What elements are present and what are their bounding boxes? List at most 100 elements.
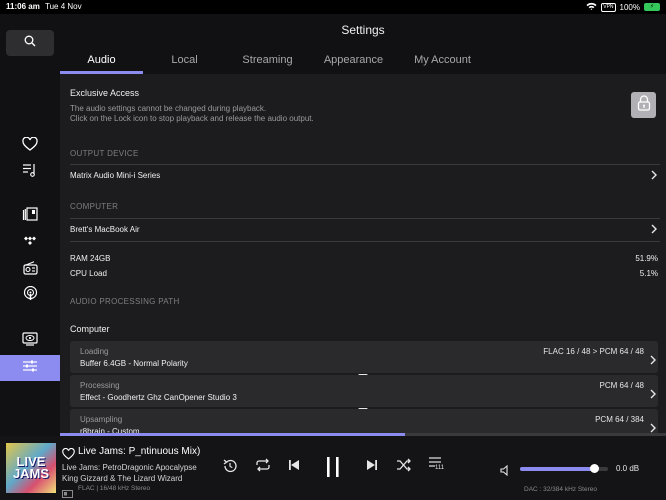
lock-button[interactable] bbox=[631, 92, 656, 118]
status-time: 11:06 am bbox=[6, 2, 40, 11]
card-value: Effect - Goodhertz Ghz CanOpener Studio … bbox=[80, 393, 237, 402]
track-title: Live Jams: P_ntinuous Mix) bbox=[78, 446, 201, 457]
computer-row[interactable]: Brett's MacBook Air bbox=[70, 218, 660, 240]
card-format: FLAC 16 / 48 > PCM 64 / 48 bbox=[543, 347, 644, 356]
tab-bar: Audio Local Streaming Appearance My Acco… bbox=[60, 52, 487, 74]
output-device-value: Matrix Audio Mini-i Series bbox=[70, 171, 161, 180]
sidebar bbox=[0, 14, 60, 436]
sidebar-playlists[interactable] bbox=[18, 163, 42, 181]
exclusive-access-title: Exclusive Access bbox=[70, 88, 140, 98]
wifi-icon bbox=[586, 2, 597, 12]
repeat-button[interactable] bbox=[255, 458, 271, 477]
exclusive-desc-line-1: The audio settings cannot be changed dur… bbox=[70, 104, 267, 113]
dac-info: DAC : 32/384 kHz Stereo bbox=[524, 486, 597, 493]
chevron-right-icon bbox=[649, 386, 657, 404]
album-art[interactable]: LIVE JAMS bbox=[6, 443, 56, 493]
tab-appearance[interactable]: Appearance bbox=[309, 52, 398, 74]
shuffle-button[interactable] bbox=[396, 458, 412, 477]
output-device-section-title: OUTPUT DEVICE bbox=[70, 149, 139, 158]
computer-section-title: COMPUTER bbox=[70, 202, 119, 211]
processing-card[interactable]: Processing Effect - Goodhertz Ghz CanOpe… bbox=[70, 375, 658, 407]
audio-settings-panel: Exclusive Access The audio settings cann… bbox=[60, 74, 666, 436]
replay-icon bbox=[222, 458, 238, 479]
card-label: Upsampling bbox=[80, 415, 123, 424]
volume-fill bbox=[520, 467, 594, 471]
ram-label: RAM 24GB bbox=[70, 254, 111, 263]
output-device-row[interactable]: Matrix Audio Mini-i Series bbox=[70, 164, 660, 186]
cpu-row: CPU Load 5.1% bbox=[70, 269, 658, 278]
lock-icon bbox=[637, 94, 651, 116]
exclusive-desc-line-2: Click on the Lock icon to stop playback … bbox=[70, 114, 314, 123]
vpn-badge: VPN bbox=[601, 2, 616, 12]
sidebar-tidal[interactable] bbox=[18, 233, 42, 251]
computer-value: Brett's MacBook Air bbox=[70, 225, 140, 234]
page-title: Settings bbox=[341, 23, 385, 37]
divider bbox=[70, 241, 660, 242]
next-button[interactable] bbox=[366, 458, 378, 476]
card-format: PCM 64 / 384 bbox=[595, 415, 644, 424]
repeat-icon bbox=[255, 458, 271, 477]
pause-button[interactable] bbox=[325, 456, 341, 483]
artist-name: King Gizzard & The Lizard Wizard bbox=[62, 474, 183, 483]
replay-button[interactable] bbox=[222, 458, 238, 479]
sidebar-podcasts[interactable] bbox=[18, 285, 42, 306]
queue-count: 111 bbox=[435, 465, 445, 471]
sidebar-favorites[interactable] bbox=[18, 136, 42, 156]
shuffle-icon bbox=[396, 458, 412, 477]
settings-header: Settings Audio Local Streaming Appearanc… bbox=[60, 14, 666, 74]
card-format: PCM 64 / 48 bbox=[599, 381, 644, 390]
volume-knob[interactable] bbox=[589, 464, 599, 473]
sidebar-display[interactable] bbox=[18, 331, 42, 351]
now-playing-bar: LIVE JAMS Live Jams: P_ntinuous Mix) Liv… bbox=[0, 436, 666, 500]
previous-button[interactable] bbox=[288, 458, 300, 476]
pause-icon bbox=[325, 456, 341, 483]
podcast-icon bbox=[23, 285, 38, 306]
volume-value: 0.0 dB bbox=[616, 464, 640, 473]
radio-icon bbox=[22, 260, 38, 280]
tab-audio[interactable]: Audio bbox=[60, 52, 143, 74]
chevron-right-icon bbox=[650, 170, 658, 182]
status-right: VPN 100% ⚡ bbox=[586, 2, 660, 12]
ram-row: RAM 24GB 51.9% bbox=[70, 254, 658, 263]
audio-processing-path-title: AUDIO PROCESSING PATH bbox=[70, 297, 180, 306]
status-bar: 11:06 am Tue 4 Nov VPN 100% ⚡ bbox=[0, 0, 666, 14]
sidebar-settings[interactable] bbox=[0, 355, 60, 381]
search-button[interactable] bbox=[6, 30, 54, 56]
queue-button[interactable]: 111 bbox=[428, 456, 446, 474]
tab-streaming[interactable]: Streaming bbox=[226, 52, 309, 74]
battery-icon: ⚡ bbox=[644, 3, 660, 11]
chevron-right-icon bbox=[649, 352, 657, 370]
card-label: Loading bbox=[80, 347, 109, 356]
battery-percent: 100% bbox=[619, 2, 640, 12]
card-value: Buffer 6.4GB - Normal Polarity bbox=[80, 359, 188, 368]
card-label: Processing bbox=[80, 381, 120, 390]
path-subtitle: Computer bbox=[70, 324, 110, 334]
tab-local[interactable]: Local bbox=[143, 52, 226, 74]
display-icon bbox=[22, 331, 38, 351]
status-date: Tue 4 Nov bbox=[45, 2, 82, 11]
settings-sliders-icon bbox=[22, 359, 38, 378]
ram-value: 51.9% bbox=[635, 254, 658, 263]
sidebar-radio[interactable] bbox=[18, 260, 42, 280]
album-name: Live Jams: PetroDragonic Apocalypse bbox=[62, 463, 197, 472]
upsampling-card[interactable]: Upsampling r8brain - Custom PCM 64 / 384 bbox=[70, 409, 658, 436]
tab-my-account[interactable]: My Account bbox=[398, 52, 487, 74]
volume-icon[interactable] bbox=[500, 463, 512, 481]
exclusive-access-description: The audio settings cannot be changed dur… bbox=[70, 104, 314, 124]
queue-icon: 111 bbox=[428, 456, 446, 474]
skip-next-icon bbox=[366, 458, 378, 476]
sidebar-library[interactable] bbox=[18, 206, 42, 226]
library-icon bbox=[22, 206, 38, 226]
device-icon bbox=[62, 485, 73, 500]
cpu-label: CPU Load bbox=[70, 269, 107, 278]
search-icon bbox=[24, 34, 36, 52]
playlist-icon bbox=[22, 162, 38, 183]
cpu-value: 5.1% bbox=[639, 269, 658, 278]
track-format: FLAC | 16/48 kHz Stereo bbox=[78, 485, 151, 492]
heart-icon bbox=[22, 136, 38, 156]
tidal-icon bbox=[23, 233, 37, 251]
chevron-right-icon bbox=[650, 224, 658, 236]
loading-card[interactable]: Loading Buffer 6.4GB - Normal Polarity F… bbox=[70, 341, 658, 373]
skip-previous-icon bbox=[288, 458, 300, 476]
volume-slider[interactable] bbox=[520, 464, 608, 473]
